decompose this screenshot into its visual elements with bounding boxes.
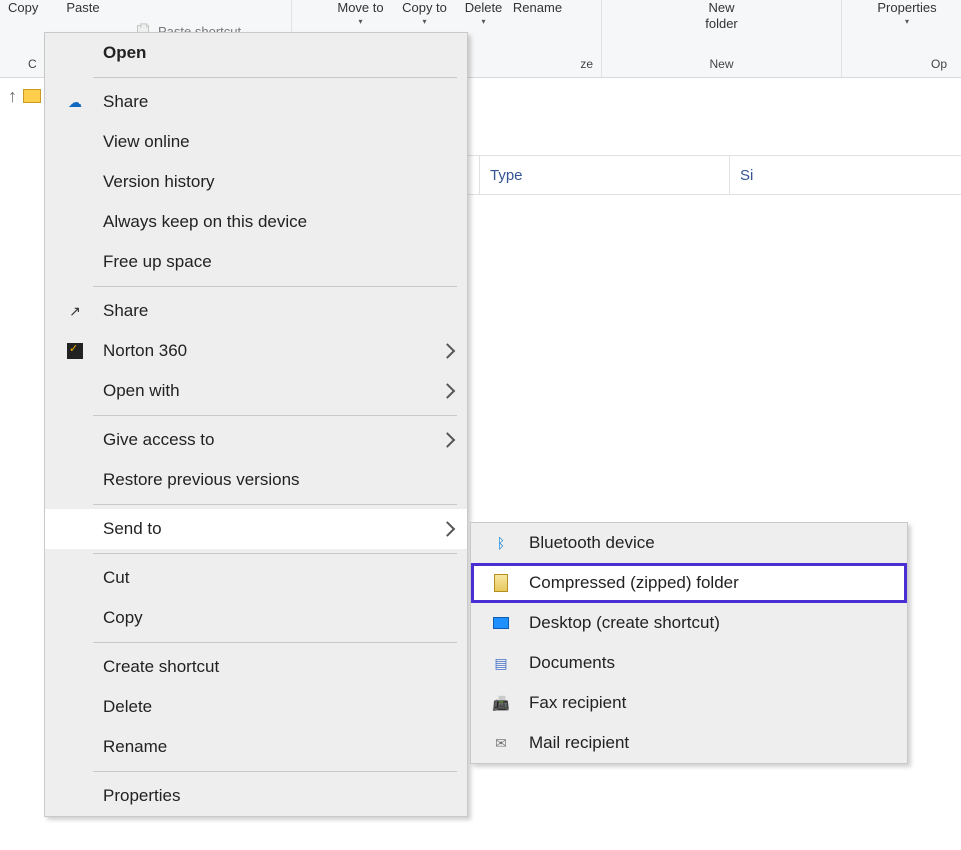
ctx-create-shortcut[interactable]: Create shortcut	[45, 647, 467, 687]
desktop-icon	[491, 613, 511, 633]
norton-icon	[65, 341, 85, 361]
sendto-bluetooth-label: Bluetooth device	[529, 533, 655, 553]
dropdown-triangle-icon: ▾	[481, 17, 485, 27]
ribbon-group-open: Properties ▾ Op	[842, 0, 961, 77]
ctx-open-with-label: Open with	[103, 381, 180, 401]
ribbon-copy-to-button[interactable]: Copy to ▾	[395, 0, 455, 26]
ctx-send-to-label: Send to	[103, 519, 162, 539]
ctx-open[interactable]: Open	[45, 33, 467, 73]
dropdown-triangle-icon: ▾	[358, 17, 362, 27]
ribbon-paste-button[interactable]: Paste	[66, 0, 106, 16]
ribbon-group-new: New folder New	[602, 0, 842, 77]
ribbon-new-folder-button[interactable]: New folder	[687, 0, 757, 31]
ctx-open-label: Open	[103, 43, 146, 63]
column-header-size[interactable]: Si	[730, 156, 961, 194]
ribbon-group-new-label: New	[709, 55, 733, 75]
ribbon-group-open-label: Op	[931, 55, 961, 75]
ctx-share-onedrive[interactable]: ☁ Share	[45, 82, 467, 122]
ctx-free-up-space-label: Free up space	[103, 252, 212, 272]
context-menu: Open ☁ Share View online Version history…	[44, 32, 468, 817]
ctx-norton360[interactable]: Norton 360	[45, 331, 467, 371]
ctx-share-windows[interactable]: ↗ Share	[45, 291, 467, 331]
ctx-rename[interactable]: Rename	[45, 727, 467, 767]
ctx-version-history-label: Version history	[103, 172, 215, 192]
ctx-view-online[interactable]: View online	[45, 122, 467, 162]
separator	[93, 77, 457, 78]
ctx-norton360-label: Norton 360	[103, 341, 187, 361]
folder-icon	[23, 89, 41, 103]
ctx-rename-label: Rename	[103, 737, 167, 757]
sendto-documents-label: Documents	[529, 653, 615, 673]
sendto-documents[interactable]: ▤ Documents	[471, 643, 907, 683]
cloud-icon: ☁	[65, 92, 85, 112]
ribbon-rename-button[interactable]: Rename	[513, 0, 563, 16]
ribbon-delete-button[interactable]: Delete ▾	[459, 0, 509, 26]
ribbon-group-clipboard-label: C	[0, 55, 37, 75]
sendto-desktop-shortcut-label: Desktop (create shortcut)	[529, 613, 720, 633]
separator	[93, 771, 457, 772]
sendto-desktop-shortcut[interactable]: Desktop (create shortcut)	[471, 603, 907, 643]
sendto-fax-recipient[interactable]: 📠 Fax recipient	[471, 683, 907, 723]
ctx-cut-label: Cut	[103, 568, 129, 588]
separator	[93, 504, 457, 505]
sendto-bluetooth[interactable]: ᛒ Bluetooth device	[471, 523, 907, 563]
fax-icon: 📠	[491, 693, 511, 713]
send-to-submenu: ᛒ Bluetooth device Compressed (zipped) f…	[470, 522, 908, 764]
ctx-give-access-to-label: Give access to	[103, 430, 215, 450]
ctx-always-keep[interactable]: Always keep on this device	[45, 202, 467, 242]
ctx-version-history[interactable]: Version history	[45, 162, 467, 202]
ctx-give-access-to[interactable]: Give access to	[45, 420, 467, 460]
share-icon: ↗	[65, 301, 85, 321]
ctx-send-to[interactable]: Send to	[45, 509, 467, 549]
ctx-free-up-space[interactable]: Free up space	[45, 242, 467, 282]
separator	[93, 286, 457, 287]
ctx-delete[interactable]: Delete	[45, 687, 467, 727]
ctx-restore-previous-versions-label: Restore previous versions	[103, 470, 300, 490]
ctx-create-shortcut-label: Create shortcut	[103, 657, 219, 677]
ribbon-move-to-button[interactable]: Move to ▾	[331, 0, 391, 26]
ctx-share-onedrive-label: Share	[103, 92, 148, 112]
ctx-copy[interactable]: Copy	[45, 598, 467, 638]
ctx-delete-label: Delete	[103, 697, 152, 717]
separator	[93, 553, 457, 554]
ribbon-properties-button[interactable]: Properties ▾	[867, 0, 947, 26]
sendto-mail-recipient[interactable]: ✉ Mail recipient	[471, 723, 907, 763]
sendto-fax-recipient-label: Fax recipient	[529, 693, 626, 713]
ctx-copy-label: Copy	[103, 608, 143, 628]
ctx-view-online-label: View online	[103, 132, 190, 152]
ribbon-copy-button[interactable]: Copy	[8, 0, 38, 16]
sendto-compressed-label: Compressed (zipped) folder	[529, 573, 739, 593]
up-arrow-icon[interactable]: ↑	[8, 86, 17, 107]
ctx-properties[interactable]: Properties	[45, 776, 467, 816]
sendto-mail-recipient-label: Mail recipient	[529, 733, 629, 753]
separator	[93, 642, 457, 643]
zip-folder-icon	[491, 573, 511, 593]
ctx-always-keep-label: Always keep on this device	[103, 212, 307, 232]
column-header-type[interactable]: Type	[480, 156, 730, 194]
ctx-share-windows-label: Share	[103, 301, 148, 321]
dropdown-triangle-icon: ▾	[422, 17, 426, 27]
ctx-open-with[interactable]: Open with	[45, 371, 467, 411]
separator	[93, 415, 457, 416]
ctx-restore-previous-versions[interactable]: Restore previous versions	[45, 460, 467, 500]
ribbon-group-organize-label: ze	[580, 55, 601, 75]
ctx-cut[interactable]: Cut	[45, 558, 467, 598]
bluetooth-icon: ᛒ	[491, 533, 511, 553]
mail-icon: ✉	[491, 733, 511, 753]
document-icon: ▤	[491, 653, 511, 673]
ctx-properties-label: Properties	[103, 786, 180, 806]
sendto-compressed-zipped-folder[interactable]: Compressed (zipped) folder	[471, 563, 907, 603]
dropdown-triangle-icon: ▾	[905, 17, 909, 27]
